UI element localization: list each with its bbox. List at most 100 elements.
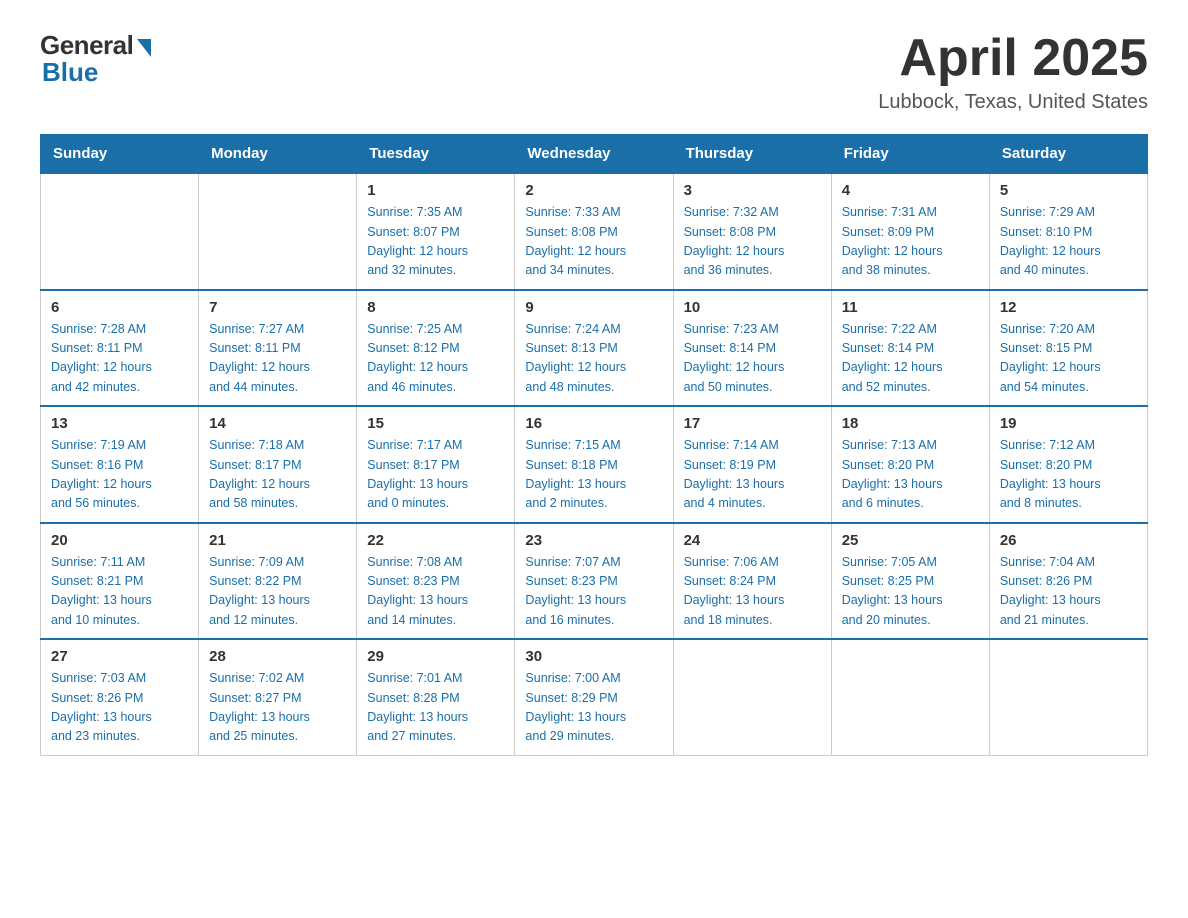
calendar-cell: 17Sunrise: 7:14 AMSunset: 8:19 PMDayligh… [673, 406, 831, 523]
day-info: Sunrise: 7:29 AMSunset: 8:10 PMDaylight:… [1000, 203, 1137, 281]
day-number: 18 [842, 415, 979, 432]
day-number: 26 [1000, 532, 1137, 549]
day-number: 8 [367, 299, 504, 316]
page-header: General Blue April 2025 Lubbock, Texas, … [40, 30, 1148, 114]
calendar-cell [831, 639, 989, 755]
calendar-header-sunday: Sunday [41, 135, 199, 174]
title-block: April 2025 Lubbock, Texas, United States [878, 30, 1148, 114]
calendar-cell: 28 Sunrise: 7:02 AMSunset: 8:27 PMDayligh… [199, 639, 357, 755]
calendar-cell: 12Sunrise: 7:20 AMSunset: 8:15 PMDayligh… [989, 290, 1147, 407]
calendar-cell: 10 Sunrise: 7:23 AMSunset: 8:14 PMDayligh… [673, 290, 831, 407]
day-info: Sunrise: 7:31 AMSunset: 8:09 PMDaylight:… [842, 203, 979, 281]
day-number: 17 [684, 415, 821, 432]
day-info: Sunrise: 7:13 AMSunset: 8:20 PMDaylight:… [842, 436, 979, 514]
calendar-header-row: SundayMondayTuesdayWednesdayThursdayFrid… [41, 135, 1148, 174]
calendar-cell: 9 Sunrise: 7:24 AMSunset: 8:13 PMDaylight… [515, 290, 673, 407]
calendar-cell: 23Sunrise: 7:07 AMSunset: 8:23 PMDayligh… [515, 523, 673, 640]
logo: General Blue [40, 30, 151, 88]
logo-arrow-icon [137, 39, 151, 57]
calendar-cell: 11 Sunrise: 7:22 AMSunset: 8:14 PMDayligh… [831, 290, 989, 407]
day-number: 15 [367, 415, 504, 432]
day-info: Sunrise: 7:00 AMSunset: 8:29 PMDaylight:… [525, 669, 662, 747]
location-text: Lubbock, Texas, United States [878, 91, 1148, 114]
day-info: Sunrise: 7:25 AMSunset: 8:12 PMDaylight:… [367, 320, 504, 398]
calendar-cell [673, 639, 831, 755]
day-number: 12 [1000, 299, 1137, 316]
calendar-cell [989, 639, 1147, 755]
calendar-cell: 20Sunrise: 7:11 AMSunset: 8:21 PMDayligh… [41, 523, 199, 640]
week-row-1: 1 Sunrise: 7:35 AMSunset: 8:07 PMDaylight… [41, 173, 1148, 290]
calendar-cell: 22Sunrise: 7:08 AMSunset: 8:23 PMDayligh… [357, 523, 515, 640]
day-number: 19 [1000, 415, 1137, 432]
day-number: 11 [842, 299, 979, 316]
calendar-header-tuesday: Tuesday [357, 135, 515, 174]
calendar-cell: 16 Sunrise: 7:15 AMSunset: 8:18 PMDayligh… [515, 406, 673, 523]
calendar-header-thursday: Thursday [673, 135, 831, 174]
calendar-cell: 27Sunrise: 7:03 AMSunset: 8:26 PMDayligh… [41, 639, 199, 755]
day-number: 2 [525, 182, 662, 199]
calendar-cell: 13Sunrise: 7:19 AMSunset: 8:16 PMDayligh… [41, 406, 199, 523]
calendar-cell [41, 173, 199, 290]
day-info: Sunrise: 7:18 AMSunset: 8:17 PMDaylight:… [209, 436, 346, 514]
day-info: Sunrise: 7:06 AMSunset: 8:24 PMDaylight:… [684, 553, 821, 631]
day-info: Sunrise: 7:02 AMSunset: 8:27 PMDaylight:… [209, 669, 346, 747]
day-number: 16 [525, 415, 662, 432]
calendar-header-wednesday: Wednesday [515, 135, 673, 174]
calendar-cell: 14 Sunrise: 7:18 AMSunset: 8:17 PMDayligh… [199, 406, 357, 523]
day-info: Sunrise: 7:17 AMSunset: 8:17 PMDaylight:… [367, 436, 504, 514]
calendar-table: SundayMondayTuesdayWednesdayThursdayFrid… [40, 134, 1148, 756]
calendar-header-saturday: Saturday [989, 135, 1147, 174]
day-info: Sunrise: 7:35 AMSunset: 8:07 PMDaylight:… [367, 203, 504, 281]
day-number: 22 [367, 532, 504, 549]
day-info: Sunrise: 7:27 AMSunset: 8:11 PMDaylight:… [209, 320, 346, 398]
day-info: Sunrise: 7:28 AMSunset: 8:11 PMDaylight:… [51, 320, 188, 398]
day-number: 21 [209, 532, 346, 549]
day-info: Sunrise: 7:15 AMSunset: 8:18 PMDaylight:… [525, 436, 662, 514]
calendar-cell: 18 Sunrise: 7:13 AMSunset: 8:20 PMDayligh… [831, 406, 989, 523]
day-number: 13 [51, 415, 188, 432]
calendar-cell: 5 Sunrise: 7:29 AMSunset: 8:10 PMDaylight… [989, 173, 1147, 290]
calendar-cell: 8 Sunrise: 7:25 AMSunset: 8:12 PMDaylight… [357, 290, 515, 407]
day-info: Sunrise: 7:01 AMSunset: 8:28 PMDaylight:… [367, 669, 504, 747]
calendar-cell: 1 Sunrise: 7:35 AMSunset: 8:07 PMDaylight… [357, 173, 515, 290]
day-number: 25 [842, 532, 979, 549]
day-info: Sunrise: 7:09 AMSunset: 8:22 PMDaylight:… [209, 553, 346, 631]
day-number: 10 [684, 299, 821, 316]
calendar-cell: 19 Sunrise: 7:12 AMSunset: 8:20 PMDayligh… [989, 406, 1147, 523]
day-info: Sunrise: 7:22 AMSunset: 8:14 PMDaylight:… [842, 320, 979, 398]
day-number: 6 [51, 299, 188, 316]
calendar-cell: 3Sunrise: 7:32 AMSunset: 8:08 PMDaylight… [673, 173, 831, 290]
calendar-cell: 7Sunrise: 7:27 AMSunset: 8:11 PMDaylight… [199, 290, 357, 407]
day-number: 14 [209, 415, 346, 432]
day-info: Sunrise: 7:24 AMSunset: 8:13 PMDaylight:… [525, 320, 662, 398]
day-number: 24 [684, 532, 821, 549]
day-number: 29 [367, 648, 504, 665]
day-number: 4 [842, 182, 979, 199]
calendar-cell: 21 Sunrise: 7:09 AMSunset: 8:22 PMDayligh… [199, 523, 357, 640]
day-number: 9 [525, 299, 662, 316]
day-info: Sunrise: 7:12 AMSunset: 8:20 PMDaylight:… [1000, 436, 1137, 514]
week-row-3: 13Sunrise: 7:19 AMSunset: 8:16 PMDayligh… [41, 406, 1148, 523]
calendar-cell: 29 Sunrise: 7:01 AMSunset: 8:28 PMDayligh… [357, 639, 515, 755]
calendar-cell: 15 Sunrise: 7:17 AMSunset: 8:17 PMDayligh… [357, 406, 515, 523]
day-number: 1 [367, 182, 504, 199]
day-number: 30 [525, 648, 662, 665]
day-number: 20 [51, 532, 188, 549]
day-info: Sunrise: 7:33 AMSunset: 8:08 PMDaylight:… [525, 203, 662, 281]
month-title: April 2025 [878, 30, 1148, 87]
day-info: Sunrise: 7:04 AMSunset: 8:26 PMDaylight:… [1000, 553, 1137, 631]
day-info: Sunrise: 7:32 AMSunset: 8:08 PMDaylight:… [684, 203, 821, 281]
day-info: Sunrise: 7:05 AMSunset: 8:25 PMDaylight:… [842, 553, 979, 631]
day-info: Sunrise: 7:23 AMSunset: 8:14 PMDaylight:… [684, 320, 821, 398]
day-number: 28 [209, 648, 346, 665]
calendar-cell: 6 Sunrise: 7:28 AMSunset: 8:11 PMDaylight… [41, 290, 199, 407]
calendar-cell: 26 Sunrise: 7:04 AMSunset: 8:26 PMDayligh… [989, 523, 1147, 640]
week-row-4: 20Sunrise: 7:11 AMSunset: 8:21 PMDayligh… [41, 523, 1148, 640]
calendar-header-friday: Friday [831, 135, 989, 174]
calendar-cell: 30 Sunrise: 7:00 AMSunset: 8:29 PMDayligh… [515, 639, 673, 755]
calendar-cell: 25 Sunrise: 7:05 AMSunset: 8:25 PMDayligh… [831, 523, 989, 640]
day-number: 5 [1000, 182, 1137, 199]
day-info: Sunrise: 7:03 AMSunset: 8:26 PMDaylight:… [51, 669, 188, 747]
day-number: 23 [525, 532, 662, 549]
calendar-cell: 24 Sunrise: 7:06 AMSunset: 8:24 PMDayligh… [673, 523, 831, 640]
